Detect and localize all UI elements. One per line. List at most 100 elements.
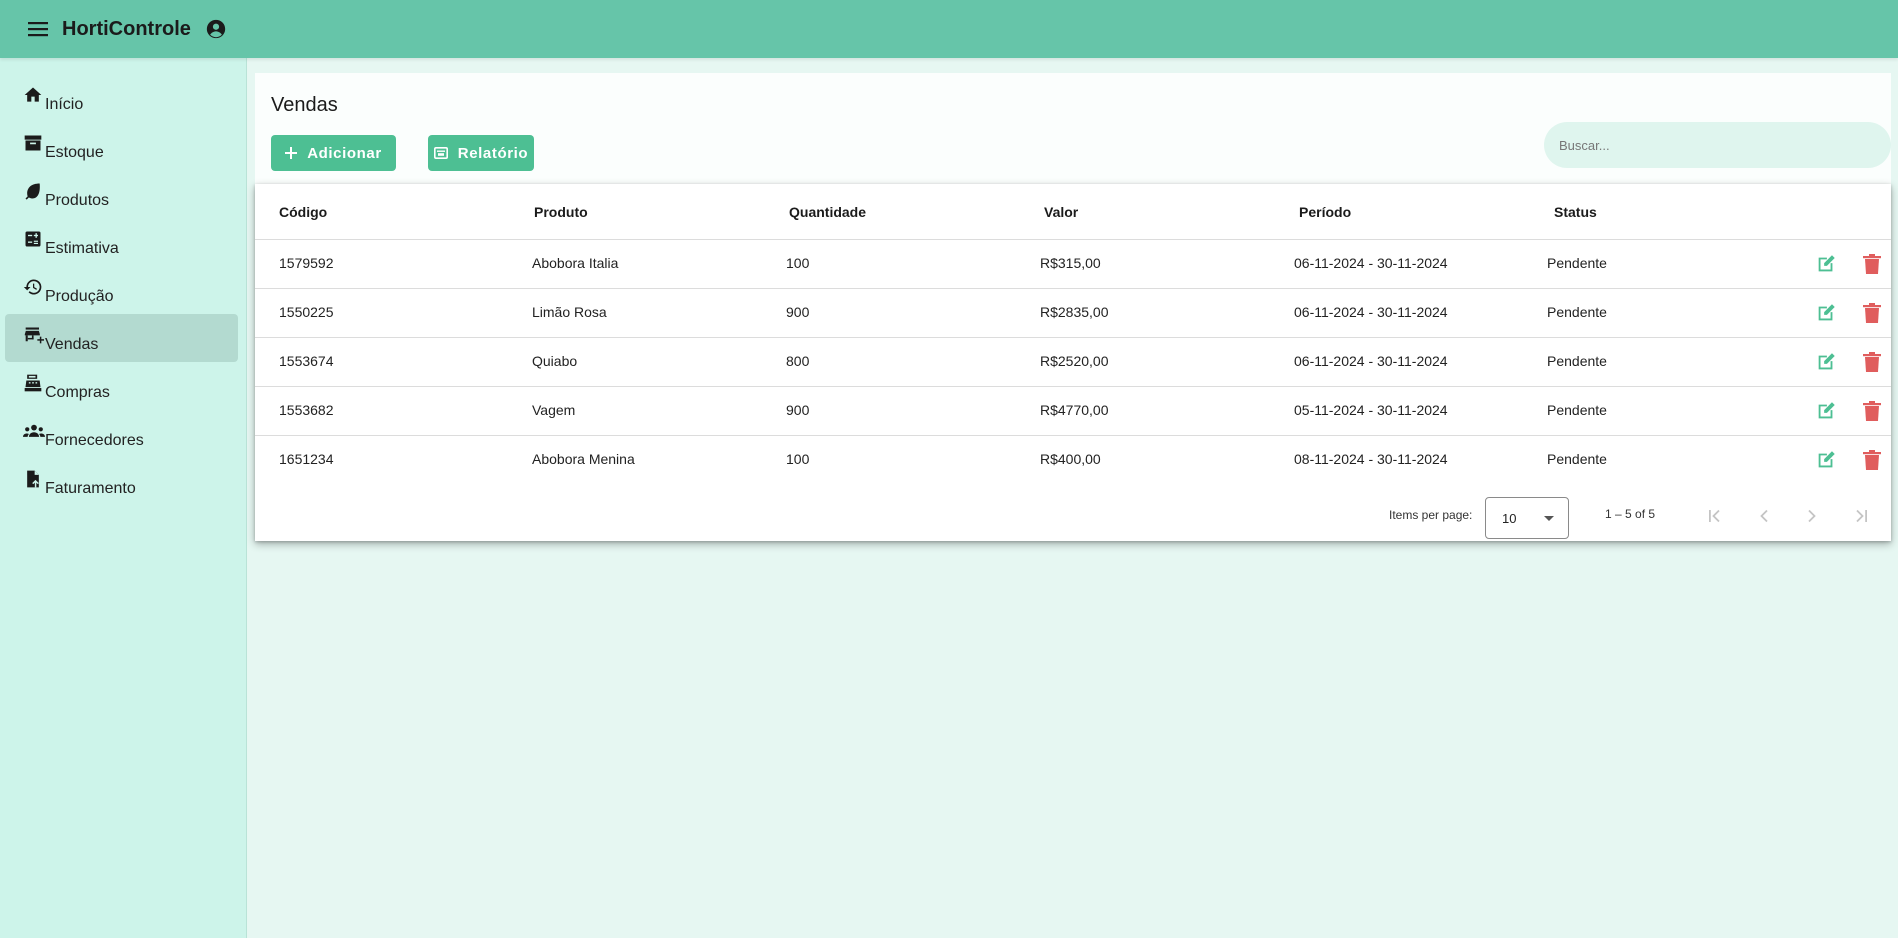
previous-page-icon[interactable] bbox=[1752, 504, 1776, 528]
sidebar-item-label: Produtos bbox=[45, 192, 110, 209]
column-header-codigo[interactable]: Código bbox=[279, 204, 327, 220]
column-header-valor[interactable]: Valor bbox=[1044, 204, 1078, 220]
sidebar-item-producao[interactable]: Produção bbox=[5, 266, 238, 314]
calculator-icon bbox=[23, 228, 45, 250]
page-title: Vendas bbox=[271, 94, 338, 116]
sidebar: Início Estoque Produtos Estimativa Produ… bbox=[0, 58, 247, 938]
cell-valor: R$2520,00 bbox=[1040, 353, 1109, 369]
paginator: Items per page: 10 1 – 5 of 5 bbox=[255, 488, 1891, 541]
sidebar-item-vendas[interactable]: Vendas bbox=[5, 314, 238, 362]
sales-table: Código Produto Quantidade Valor Período … bbox=[255, 184, 1891, 541]
store-icon bbox=[23, 324, 45, 346]
file-invoice-icon bbox=[23, 468, 45, 490]
page-range-label: 1 – 5 of 5 bbox=[1605, 507, 1656, 521]
cell-valor: R$2835,00 bbox=[1040, 304, 1109, 320]
sidebar-item-fornecedores[interactable]: Fornecedores bbox=[5, 410, 238, 458]
sidebar-item-label: Fornecedores bbox=[45, 432, 144, 449]
cell-produto: Vagem bbox=[532, 402, 576, 418]
cell-quantidade: 100 bbox=[786, 255, 810, 271]
report-button[interactable]: Relatório bbox=[428, 135, 534, 171]
plus-icon bbox=[285, 147, 298, 159]
sidebar-item-estoque[interactable]: Estoque bbox=[5, 122, 238, 170]
column-header-periodo[interactable]: Período bbox=[1299, 204, 1351, 220]
cell-periodo: 08-11-2024 - 30-11-2024 bbox=[1294, 451, 1448, 467]
sidebar-item-faturamento[interactable]: Faturamento bbox=[5, 458, 238, 506]
delete-icon[interactable] bbox=[1860, 350, 1884, 374]
edit-icon[interactable] bbox=[1814, 448, 1838, 472]
history-icon bbox=[23, 276, 45, 298]
sidebar-item-label: Estoque bbox=[45, 144, 104, 161]
menu-icon[interactable] bbox=[26, 17, 50, 41]
groups-icon bbox=[23, 420, 45, 442]
table-row: 1553682 Vagem 900 R$4770,00 05-11-2024 -… bbox=[255, 387, 1891, 436]
search-input[interactable] bbox=[1544, 122, 1891, 168]
first-page-icon[interactable] bbox=[1704, 504, 1728, 528]
cell-status: Pendente bbox=[1547, 451, 1607, 467]
home-icon bbox=[23, 84, 45, 106]
sidebar-item-label: Estimativa bbox=[45, 240, 119, 257]
sidebar-item-label: Vendas bbox=[45, 336, 99, 353]
cell-periodo: 06-11-2024 - 30-11-2024 bbox=[1294, 304, 1448, 320]
report-button-label: Relatório bbox=[457, 144, 529, 162]
report-icon bbox=[433, 146, 448, 160]
cell-periodo: 06-11-2024 - 30-11-2024 bbox=[1294, 255, 1448, 271]
cell-quantidade: 900 bbox=[786, 304, 810, 320]
add-button[interactable]: Adicionar bbox=[271, 135, 396, 171]
cell-quantidade: 100 bbox=[786, 451, 810, 467]
cell-codigo: 1553682 bbox=[279, 402, 334, 418]
cell-quantidade: 900 bbox=[786, 402, 810, 418]
table-row: 1579592 Abobora Italia 100 R$315,00 06-1… bbox=[255, 240, 1891, 289]
leaf-icon bbox=[23, 180, 45, 202]
cell-status: Pendente bbox=[1547, 353, 1607, 369]
sidebar-item-produtos[interactable]: Produtos bbox=[5, 170, 238, 218]
sidebar-item-compras[interactable]: Compras bbox=[5, 362, 238, 410]
page-size-select[interactable]: 10 bbox=[1485, 497, 1569, 539]
edit-icon[interactable] bbox=[1814, 301, 1838, 325]
delete-icon[interactable] bbox=[1860, 448, 1884, 472]
edit-icon[interactable] bbox=[1814, 350, 1838, 374]
cell-codigo: 1651234 bbox=[279, 451, 334, 467]
page-size-value: 10 bbox=[1502, 510, 1517, 526]
table-header: Código Produto Quantidade Valor Período … bbox=[255, 184, 1891, 240]
cell-status: Pendente bbox=[1547, 402, 1607, 418]
cell-valor: R$400,00 bbox=[1040, 451, 1101, 467]
archive-icon bbox=[23, 132, 45, 154]
table-row: 1550225 Limão Rosa 900 R$2835,00 06-11-2… bbox=[255, 289, 1891, 338]
sidebar-item-label: Faturamento bbox=[45, 480, 136, 497]
cell-quantidade: 800 bbox=[786, 353, 810, 369]
column-header-quantidade[interactable]: Quantidade bbox=[789, 204, 866, 220]
sidebar-item-label: Compras bbox=[45, 384, 110, 401]
cell-codigo: 1550225 bbox=[279, 304, 334, 320]
cell-status: Pendente bbox=[1547, 255, 1607, 271]
delete-icon[interactable] bbox=[1860, 399, 1884, 423]
cell-produto: Abobora Italia bbox=[532, 255, 619, 271]
items-per-page-label: Items per page: bbox=[1389, 508, 1473, 522]
sidebar-item-label: Início bbox=[45, 96, 84, 113]
cell-status: Pendente bbox=[1547, 304, 1607, 320]
edit-icon[interactable] bbox=[1814, 252, 1838, 276]
next-page-icon[interactable] bbox=[1800, 504, 1824, 528]
top-app-bar: HortiControle bbox=[0, 0, 1898, 58]
cell-codigo: 1553674 bbox=[279, 353, 334, 369]
last-page-icon[interactable] bbox=[1848, 504, 1872, 528]
edit-icon[interactable] bbox=[1814, 399, 1838, 423]
sidebar-item-estimativa[interactable]: Estimativa bbox=[5, 218, 238, 266]
cell-produto: Limão Rosa bbox=[532, 304, 607, 320]
dropdown-arrow-icon bbox=[1544, 516, 1554, 521]
cell-valor: R$315,00 bbox=[1040, 255, 1101, 271]
cell-valor: R$4770,00 bbox=[1040, 402, 1109, 418]
cell-produto: Abobora Menina bbox=[532, 451, 635, 467]
sidebar-item-inicio[interactable]: Início bbox=[5, 74, 238, 122]
app-title: HortiControle bbox=[62, 17, 191, 40]
table-row: 1651234 Abobora Menina 100 R$400,00 08-1… bbox=[255, 436, 1891, 485]
cell-periodo: 05-11-2024 - 30-11-2024 bbox=[1294, 402, 1448, 418]
account-circle-icon[interactable] bbox=[205, 17, 229, 41]
cash-register-icon bbox=[23, 372, 45, 394]
add-button-label: Adicionar bbox=[307, 144, 382, 162]
column-header-produto[interactable]: Produto bbox=[534, 204, 588, 220]
sidebar-item-label: Produção bbox=[45, 288, 114, 305]
cell-codigo: 1579592 bbox=[279, 255, 334, 271]
delete-icon[interactable] bbox=[1860, 301, 1884, 325]
column-header-status[interactable]: Status bbox=[1554, 204, 1597, 220]
delete-icon[interactable] bbox=[1860, 252, 1884, 276]
